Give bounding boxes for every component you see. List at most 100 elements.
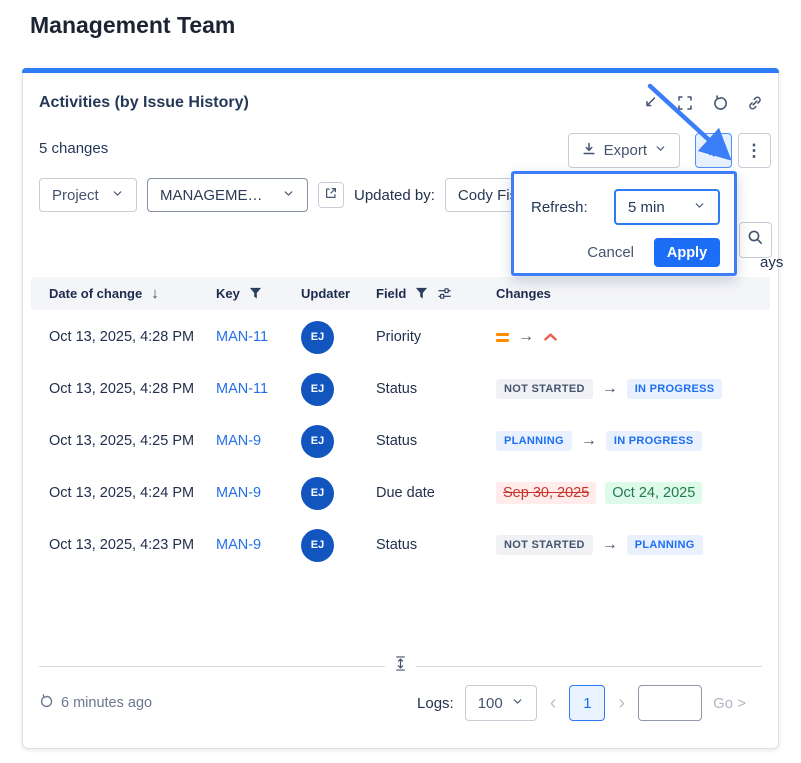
table-header: Date of change ↓ Key Updater Field Chang… bbox=[31, 277, 770, 310]
arrow-right-icon: → bbox=[602, 536, 618, 554]
col-date-label: Date of change bbox=[49, 286, 142, 301]
fullscreen-icon[interactable] bbox=[676, 94, 694, 112]
refresh-icon[interactable] bbox=[711, 94, 729, 112]
last-refreshed-text: 6 minutes ago bbox=[61, 695, 152, 711]
row-field: Due date bbox=[376, 485, 496, 501]
col-field-label: Field bbox=[376, 286, 406, 301]
page-title: Management Team bbox=[30, 12, 235, 39]
settings-gear-button[interactable]: ⚙ bbox=[695, 133, 732, 168]
apply-button[interactable]: Apply bbox=[654, 238, 720, 267]
export-button[interactable]: Export bbox=[568, 133, 680, 168]
logs-per-page-dropdown[interactable]: 100 bbox=[465, 685, 537, 721]
chevron-down-icon bbox=[693, 199, 706, 216]
resize-handle-icon[interactable] bbox=[393, 655, 408, 677]
refresh-small-icon[interactable] bbox=[39, 694, 54, 713]
col-key-label: Key bbox=[216, 286, 240, 301]
refresh-settings-popup: Refresh: 5 min Cancel Apply bbox=[511, 171, 737, 276]
chevron-down-icon bbox=[654, 142, 667, 159]
status-badge: PLANNING bbox=[496, 431, 572, 451]
refresh-interval-dropdown[interactable]: 5 min bbox=[614, 189, 720, 225]
row-changes: NOT STARTED → PLANNING bbox=[496, 535, 770, 555]
high-priority-icon bbox=[543, 331, 558, 343]
row-date: Oct 13, 2025, 4:25 PM bbox=[49, 433, 216, 449]
filter-funnel-icon[interactable] bbox=[415, 287, 428, 300]
row-changes: NOT STARTED → IN PROGRESS bbox=[496, 379, 770, 399]
table-row[interactable]: Oct 13, 2025, 4:23 PM MAN-9 EJ Status NO… bbox=[31, 519, 770, 571]
issue-key-link[interactable]: MAN-11 bbox=[216, 381, 268, 397]
chevron-down-icon bbox=[511, 695, 524, 712]
refresh-label: Refresh: bbox=[531, 199, 588, 216]
col-changes: Changes bbox=[496, 286, 770, 301]
table-body: Oct 13, 2025, 4:28 PM MAN-11 EJ Priority… bbox=[31, 311, 770, 571]
status-badge: NOT STARTED bbox=[496, 379, 593, 399]
updater-avatar: EJ bbox=[301, 477, 334, 510]
row-date: Oct 13, 2025, 4:24 PM bbox=[49, 485, 216, 501]
col-updater: Updater bbox=[301, 286, 376, 301]
arrow-right-icon: → bbox=[581, 432, 597, 450]
col-updater-label: Updater bbox=[301, 286, 350, 301]
logs-value: 100 bbox=[478, 695, 503, 712]
new-date-chip: Oct 24, 2025 bbox=[605, 482, 702, 504]
updater-avatar: EJ bbox=[301, 529, 334, 562]
col-changes-label: Changes bbox=[496, 286, 551, 301]
next-page-button[interactable]: › bbox=[616, 692, 627, 715]
table-row[interactable]: Oct 13, 2025, 4:28 PM MAN-11 EJ Status N… bbox=[31, 363, 770, 415]
panel-footer: 6 minutes ago Logs: 100 ‹ 1 › Go > bbox=[39, 683, 754, 723]
download-icon bbox=[581, 141, 597, 161]
issue-key-link[interactable]: MAN-11 bbox=[216, 329, 268, 345]
current-page-button[interactable]: 1 bbox=[569, 685, 605, 721]
refresh-interval-value: 5 min bbox=[628, 199, 665, 216]
last-refreshed: 6 minutes ago bbox=[39, 694, 152, 713]
collapse-icon[interactable] bbox=[641, 94, 659, 112]
export-label: Export bbox=[604, 142, 647, 159]
chevron-down-icon bbox=[282, 187, 295, 204]
chevron-down-icon bbox=[111, 187, 124, 204]
table-row[interactable]: Oct 13, 2025, 4:28 PM MAN-11 EJ Priority… bbox=[31, 311, 770, 363]
arrow-right-icon: → bbox=[602, 380, 618, 398]
status-badge: PLANNING bbox=[627, 535, 703, 555]
project-filter-label: Project bbox=[52, 187, 99, 204]
col-date-of-change: Date of change ↓ bbox=[49, 285, 216, 302]
open-in-new-button[interactable] bbox=[318, 182, 344, 208]
external-link-icon bbox=[324, 186, 338, 205]
row-date: Oct 13, 2025, 4:28 PM bbox=[49, 329, 216, 345]
goto-page-button[interactable]: Go > bbox=[713, 695, 746, 712]
kebab-icon: ⋮ bbox=[746, 141, 764, 161]
issue-key-link[interactable]: MAN-9 bbox=[216, 485, 261, 501]
row-field: Status bbox=[376, 537, 496, 553]
updater-avatar: EJ bbox=[301, 425, 334, 458]
logs-label: Logs: bbox=[417, 695, 454, 712]
resize-divider bbox=[39, 655, 762, 677]
search-button[interactable] bbox=[739, 222, 772, 258]
goto-page-input[interactable] bbox=[638, 685, 702, 721]
table-row[interactable]: Oct 13, 2025, 4:25 PM MAN-9 EJ Status PL… bbox=[31, 415, 770, 467]
screen: Management Team Activities (by Issue His… bbox=[0, 0, 801, 763]
filter-funnel-icon[interactable] bbox=[249, 287, 262, 300]
col-field: Field bbox=[376, 286, 496, 301]
panel-corner-icons bbox=[641, 94, 764, 112]
row-field: Status bbox=[376, 433, 496, 449]
arrow-right-icon: → bbox=[518, 328, 534, 346]
row-changes: → bbox=[496, 328, 770, 346]
medium-priority-icon bbox=[496, 333, 509, 342]
pagination: Logs: 100 ‹ 1 › Go > bbox=[417, 685, 746, 721]
prev-page-button[interactable]: ‹ bbox=[548, 692, 559, 715]
column-settings-icon[interactable] bbox=[437, 286, 452, 301]
table-row[interactable]: Oct 13, 2025, 4:24 PM MAN-9 EJ Due date … bbox=[31, 467, 770, 519]
old-date-chip: Sep 30, 2025 bbox=[496, 482, 596, 504]
updater-avatar: EJ bbox=[301, 373, 334, 406]
row-changes: Sep 30, 2025 Oct 24, 2025 bbox=[496, 482, 770, 504]
panel-toolbar: Export ⚙ ⋮ bbox=[568, 133, 771, 168]
updated-by-label: Updated by: bbox=[354, 187, 435, 204]
project-value-dropdown[interactable]: MANAGEME… bbox=[147, 178, 308, 212]
gear-icon: ⚙ bbox=[705, 139, 722, 162]
filters-row: Project MANAGEME… Updated by: Cody Fis bbox=[39, 178, 565, 212]
issue-key-link[interactable]: MAN-9 bbox=[216, 537, 261, 553]
sort-desc-icon[interactable]: ↓ bbox=[151, 285, 159, 302]
project-filter-dropdown[interactable]: Project bbox=[39, 178, 137, 212]
issue-key-link[interactable]: MAN-9 bbox=[216, 433, 261, 449]
changes-count: 5 changes bbox=[39, 140, 108, 157]
cancel-button[interactable]: Cancel bbox=[587, 244, 634, 261]
more-options-button[interactable]: ⋮ bbox=[738, 133, 771, 168]
link-icon[interactable] bbox=[746, 94, 764, 112]
